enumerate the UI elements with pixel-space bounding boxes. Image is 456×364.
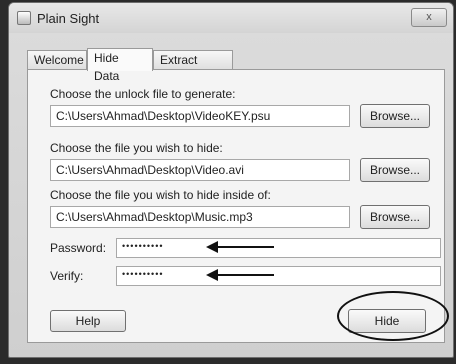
hide-file-label: Choose the file you wish to hide:	[50, 141, 223, 155]
arrow-icon	[206, 241, 274, 253]
help-button[interactable]: Help	[50, 310, 126, 332]
tab-welcome[interactable]: Welcome	[27, 50, 87, 70]
app-icon	[17, 11, 31, 25]
tab-extract-data[interactable]: Extract Data	[153, 50, 233, 85]
window-title: Plain Sight	[37, 11, 100, 26]
close-button[interactable]: x	[411, 8, 447, 27]
verify-field[interactable]: ••••••••••	[116, 266, 441, 286]
password-field[interactable]: ••••••••••	[116, 238, 441, 258]
unlock-file-field[interactable]: C:\Users\Ahmad\Desktop\VideoKEY.psu	[50, 105, 350, 127]
browse-hide-button[interactable]: Browse...	[360, 158, 430, 182]
unlock-file-label: Choose the unlock file to generate:	[50, 87, 236, 101]
tab-hide-data[interactable]: Hide Data	[87, 48, 153, 83]
arrow-icon	[206, 269, 274, 281]
container-file-label: Choose the file you wish to hide inside …	[50, 188, 271, 202]
app-window: Plain Sight x Welcome Hide Data Extract …	[8, 2, 454, 358]
verify-label: Verify:	[50, 269, 84, 283]
password-label: Password:	[50, 241, 107, 255]
hide-file-field[interactable]: C:\Users\Ahmad\Desktop\Video.avi	[50, 159, 350, 181]
title-bar[interactable]: Plain Sight x	[9, 3, 453, 33]
browse-container-button[interactable]: Browse...	[360, 205, 430, 229]
container-file-field[interactable]: C:\Users\Ahmad\Desktop\Music.mp3	[50, 206, 350, 228]
browse-unlock-button[interactable]: Browse...	[360, 104, 430, 128]
highlight-circle	[337, 291, 449, 341]
